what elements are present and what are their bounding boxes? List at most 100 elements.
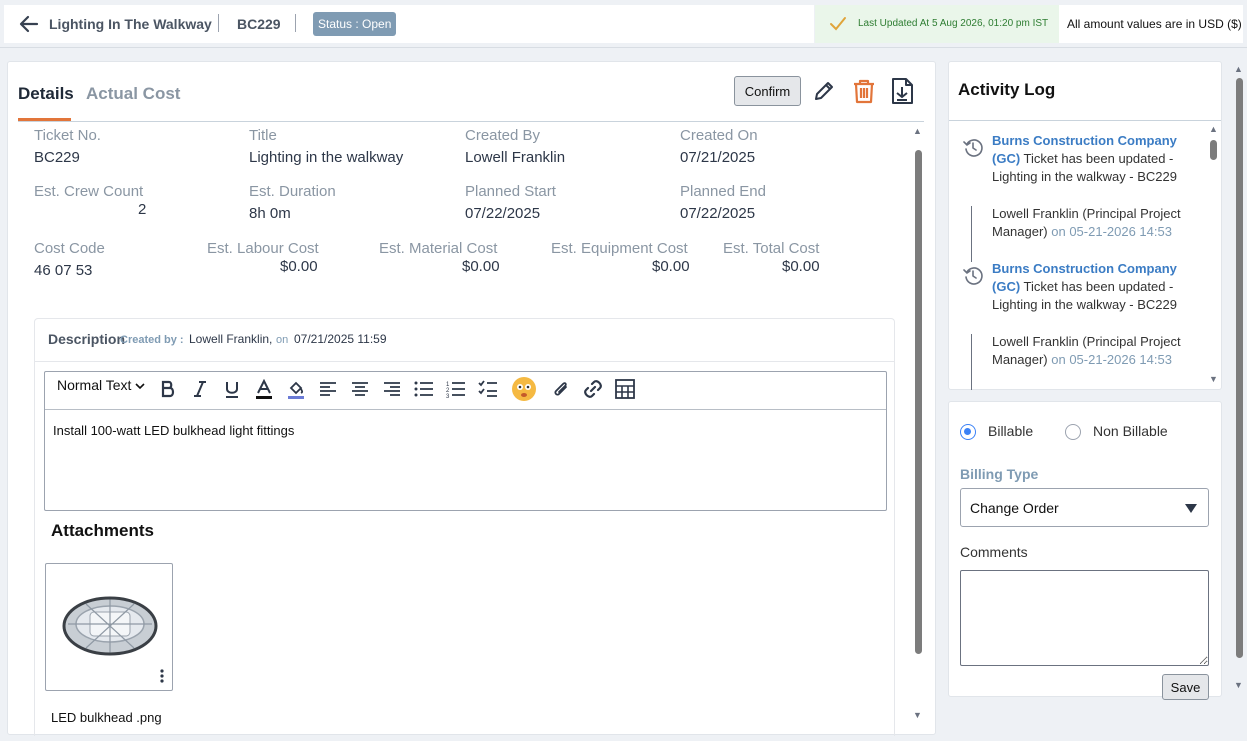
billing-type-select[interactable]: Change Order xyxy=(960,488,1209,527)
scroll-up-arrow[interactable]: ▲ xyxy=(1234,64,1243,74)
activity-log-card: Activity Log Burns Construction Company … xyxy=(948,61,1222,390)
timeline-line xyxy=(971,334,972,390)
billable-radio[interactable] xyxy=(960,424,976,440)
billable-label: Billable xyxy=(988,423,1034,439)
description-title: Description xyxy=(48,331,126,347)
scroll-down-arrow[interactable]: ▼ xyxy=(1209,374,1218,384)
activity-scrollbar[interactable] xyxy=(1210,140,1217,160)
scroll-down-arrow[interactable]: ▼ xyxy=(913,710,922,720)
equipment-cost-value: $0.00 xyxy=(652,258,690,275)
description-body[interactable]: Install 100-watt LED bulkhead light fitt… xyxy=(53,423,294,438)
divider xyxy=(949,120,1221,121)
comments-field[interactable] xyxy=(960,570,1209,666)
cost-code-value: 46 07 53 xyxy=(34,262,93,279)
planned-start-value: 07/22/2025 xyxy=(465,205,541,222)
status-badge: Status : Open xyxy=(313,12,397,36)
created-by-value: Lowell Franklin xyxy=(465,149,566,166)
breadcrumb: Lighting In The Walkway BC229 Status : O… xyxy=(4,5,814,43)
activity-log-title: Activity Log xyxy=(958,80,1056,99)
title-label: Title xyxy=(249,127,277,144)
page-scrollbar[interactable] xyxy=(1236,78,1243,658)
material-cost-label: Est. Material Cost xyxy=(379,240,498,257)
comments-label: Comments xyxy=(960,544,1028,560)
bullet-list-icon[interactable] xyxy=(413,378,435,400)
log-message: Burns Construction Company (GC) Ticket h… xyxy=(992,133,1177,184)
align-center-icon[interactable] xyxy=(349,378,371,400)
emoji-icon[interactable] xyxy=(511,376,537,402)
underline-icon[interactable] xyxy=(221,378,243,400)
numbered-list-icon[interactable]: 123 xyxy=(445,378,467,400)
description-author: Lowell Franklin, xyxy=(189,332,273,346)
chevron-down-icon xyxy=(135,383,145,390)
download-icon[interactable] xyxy=(887,76,917,106)
edit-icon[interactable] xyxy=(809,76,839,106)
tab-details[interactable]: Details xyxy=(18,84,74,104)
labour-cost-label: Est. Labour Cost xyxy=(207,240,319,257)
back-arrow-icon[interactable] xyxy=(18,13,40,35)
editor-toolbar: Normal Text 123 xyxy=(45,372,886,410)
scroll-up-arrow[interactable]: ▲ xyxy=(913,126,922,136)
table-icon[interactable] xyxy=(614,378,636,400)
checklist-icon[interactable] xyxy=(477,378,499,400)
font-color-icon[interactable] xyxy=(253,378,275,400)
title-value: Lighting in the walkway xyxy=(249,149,404,166)
log-author: Lowell Franklin (Principal Project Manag… xyxy=(992,334,1181,367)
link-icon[interactable] xyxy=(582,378,604,400)
attachment-thumbnail[interactable] xyxy=(45,563,173,691)
confirm-button[interactable]: Confirm xyxy=(734,76,801,106)
svg-text:3: 3 xyxy=(446,394,450,398)
breadcrumb-separator xyxy=(295,14,296,32)
attachment-name[interactable]: LED bulkhead .png xyxy=(51,710,162,725)
non-billable-radio[interactable] xyxy=(1065,424,1081,440)
trash-icon[interactable] xyxy=(849,76,879,106)
align-left-icon[interactable] xyxy=(317,378,339,400)
created-by-label: Created By xyxy=(465,127,541,144)
caret-down-icon xyxy=(1185,504,1197,513)
on-label: on xyxy=(276,334,289,346)
created-on-label: Created On xyxy=(680,127,758,144)
tab-actual-cost[interactable]: Actual Cost xyxy=(86,84,180,104)
main-scrollbar[interactable] xyxy=(915,150,922,654)
breadcrumb-separator xyxy=(218,14,219,32)
last-updated-text: Last Updated At 5 Aug 2026, 01:20 pm IST xyxy=(858,18,1049,29)
description-panel: Description Created by : Lowell Franklin… xyxy=(34,318,895,736)
timeline-line xyxy=(971,206,972,262)
scroll-down-arrow[interactable]: ▼ xyxy=(1234,680,1243,690)
text-format-select[interactable]: Normal Text xyxy=(57,377,145,393)
bold-icon[interactable] xyxy=(157,378,179,400)
attachments-title: Attachments xyxy=(51,521,154,540)
duration-value: 8h 0m xyxy=(249,205,291,222)
top-bar: Lighting In The Walkway BC229 Status : O… xyxy=(0,0,1247,48)
description-date: 07/21/2025 11:59 xyxy=(294,332,387,346)
history-icon xyxy=(963,139,983,157)
attachment-icon[interactable] xyxy=(550,378,572,400)
planned-start-label: Planned Start xyxy=(465,183,556,200)
tab-divider xyxy=(18,121,924,122)
equipment-cost-label: Est. Equipment Cost xyxy=(551,240,688,257)
billing-type-label: Billing Type xyxy=(960,466,1039,482)
ticket-id: BC229 xyxy=(237,16,281,32)
last-updated-banner: Last Updated At 5 Aug 2026, 01:20 pm IST xyxy=(815,5,1059,43)
crew-count-label: Est. Crew Count xyxy=(34,183,144,200)
labour-cost-value: $0.00 xyxy=(280,258,318,275)
highlight-icon[interactable] xyxy=(285,378,307,400)
save-button[interactable]: Save xyxy=(1162,674,1209,700)
planned-end-value: 07/22/2025 xyxy=(680,205,756,222)
non-billable-label: Non Billable xyxy=(1093,423,1168,439)
total-cost-label: Est. Total Cost xyxy=(723,240,820,257)
currency-note: All amount values are in USD ($) xyxy=(1059,5,1243,43)
billing-card: Billable Non Billable Billing Type Chang… xyxy=(948,401,1222,700)
material-cost-value: $0.00 xyxy=(462,258,500,275)
crew-count-value: 2 xyxy=(138,201,147,218)
align-right-icon[interactable] xyxy=(381,378,403,400)
italic-icon[interactable] xyxy=(189,378,211,400)
ticket-no-value: BC229 xyxy=(34,149,80,166)
created-by-label: Created by : xyxy=(120,334,184,346)
led-bulkhead-image xyxy=(62,596,158,656)
check-icon xyxy=(830,17,846,31)
more-options-icon[interactable] xyxy=(158,668,166,684)
planned-end-label: Planned End xyxy=(680,183,766,200)
scroll-up-arrow[interactable]: ▲ xyxy=(1209,124,1218,134)
currency-note-text: All amount values are in USD ($) xyxy=(1067,17,1242,31)
page-title: Lighting In The Walkway xyxy=(49,16,212,32)
